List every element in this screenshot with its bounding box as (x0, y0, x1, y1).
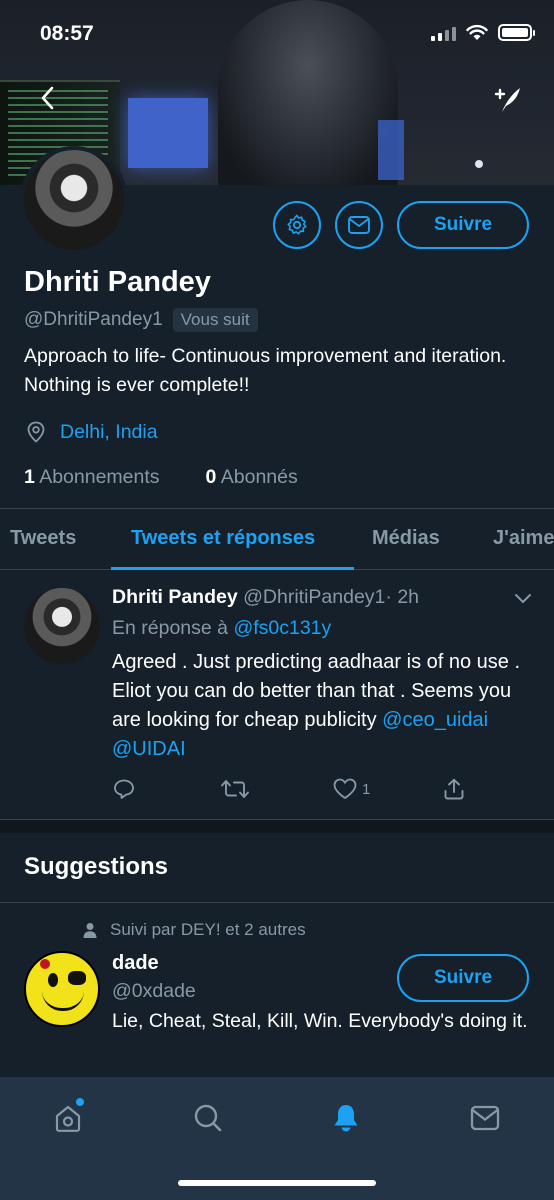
followers-count: 0 (205, 466, 217, 488)
profile-bio: Approach to life- Continuous improvement… (24, 345, 507, 396)
active-tab-indicator (111, 567, 354, 570)
search-icon (194, 1104, 222, 1132)
suggestion-name[interactable]: dade (112, 952, 159, 975)
profile-handle: @DhritiPandey1 (24, 309, 163, 330)
heart-icon (333, 778, 357, 799)
envelope-icon (348, 216, 370, 234)
location-pin-icon (27, 421, 45, 443)
chevron-down-icon[interactable] (514, 593, 532, 605)
tweet-time: · 2h (385, 586, 420, 608)
follows-you-badge: Vous suit (172, 308, 258, 332)
nav-notifications[interactable] (326, 1098, 366, 1138)
followers-stat[interactable]: 0 Abonnés (206, 466, 298, 489)
share-icon (444, 778, 464, 800)
battery-icon (498, 24, 535, 41)
suggestion-context-text: Suivi par DEY! et 2 autres (110, 920, 306, 939)
tab-likes[interactable]: J'aime (493, 527, 554, 550)
message-button[interactable] (335, 201, 383, 249)
tweet-author-name: Dhriti Pandey (112, 586, 238, 608)
nav-messages[interactable] (465, 1098, 505, 1138)
following-label: Abonnements (39, 466, 160, 488)
tweet-header: Dhriti Pandey @DhritiPandey1· 2h (112, 586, 419, 609)
retweet-icon (221, 780, 249, 798)
profile-name: Dhriti Pandey (24, 266, 211, 298)
share-button[interactable] (442, 777, 466, 801)
suggestion-follow-button[interactable]: Suivre (397, 954, 529, 1002)
suggestion-avatar[interactable] (24, 951, 100, 1027)
profile-actions: Suivre (273, 201, 529, 249)
profile-location[interactable]: Delhi, India (60, 421, 158, 444)
banner-monitor (128, 98, 208, 168)
banner-monitor-right (378, 120, 404, 180)
compose-feather-icon[interactable] (490, 82, 524, 116)
status-time: 08:57 (40, 22, 94, 45)
profile-avatar[interactable] (20, 146, 128, 254)
bell-icon (334, 1105, 358, 1132)
tweet-avatar[interactable] (24, 588, 100, 664)
banner-hooded-person (218, 0, 398, 185)
like-button[interactable]: 1 (332, 777, 370, 801)
tweet-mention-1[interactable]: @ceo_uidai (382, 709, 488, 731)
home-indicator[interactable] (178, 1180, 376, 1186)
handle-row: @DhritiPandey1 Vous suit (24, 308, 258, 332)
location-row: Delhi, India (24, 420, 158, 444)
tweet[interactable]: Dhriti Pandey @DhritiPandey1· 2h En répo… (0, 571, 554, 819)
envelope-icon (470, 1105, 500, 1131)
settings-button[interactable] (273, 201, 321, 249)
like-count: 1 (362, 780, 371, 798)
reply-context: En réponse à @fs0c131y (112, 617, 331, 640)
follow-button[interactable]: Suivre (397, 201, 529, 249)
suggestion-bio: Lie, Cheat, Steal, Kill, Win. Everybody'… (112, 1010, 528, 1032)
suggestion-handle: @0xdade (112, 980, 196, 1002)
tab-tweets[interactable]: Tweets (10, 527, 76, 550)
profile-tabs: Tweets Tweets et réponses Médias J'aime (0, 508, 554, 570)
suggestions-title: Suggestions (24, 853, 169, 880)
reply-button[interactable] (112, 777, 136, 801)
home-notification-dot (76, 1098, 84, 1106)
signal-icon (431, 25, 456, 41)
tweet-text: Agreed . Just predicting aadhaar is of n… (112, 648, 532, 764)
tweet-author-handle: @DhritiPandey1 (243, 586, 386, 608)
follow-counts: 1 Abonnements 0 Abonnés (24, 466, 298, 489)
banner-light (475, 160, 483, 168)
nav-home[interactable] (48, 1098, 88, 1138)
tab-media[interactable]: Médias (372, 527, 440, 550)
retweet-button[interactable] (220, 777, 250, 801)
following-stat[interactable]: 1 Abonnements (24, 466, 160, 489)
reply-icon (114, 779, 134, 799)
tweet-mention-2[interactable]: @UIDAI (112, 738, 186, 760)
suggestions-header: Suggestions (0, 833, 554, 903)
suggestion-context: Suivi par DEY! et 2 autres (82, 920, 306, 940)
person-icon (83, 923, 97, 938)
tab-tweets-and-replies[interactable]: Tweets et réponses (131, 527, 315, 550)
tweet-actions: 1 (112, 777, 512, 807)
following-count: 1 (24, 466, 35, 488)
reply-prefix: En réponse à (112, 617, 229, 639)
followers-label: Abonnés (220, 466, 298, 488)
home-icon (55, 1105, 81, 1132)
back-arrow-icon[interactable] (36, 84, 60, 112)
section-divider (0, 819, 554, 833)
status-icons (431, 24, 535, 41)
wifi-icon (466, 24, 488, 40)
reply-mention[interactable]: @fs0c131y (233, 617, 331, 639)
gear-icon (287, 214, 307, 235)
nav-search[interactable] (188, 1098, 228, 1138)
